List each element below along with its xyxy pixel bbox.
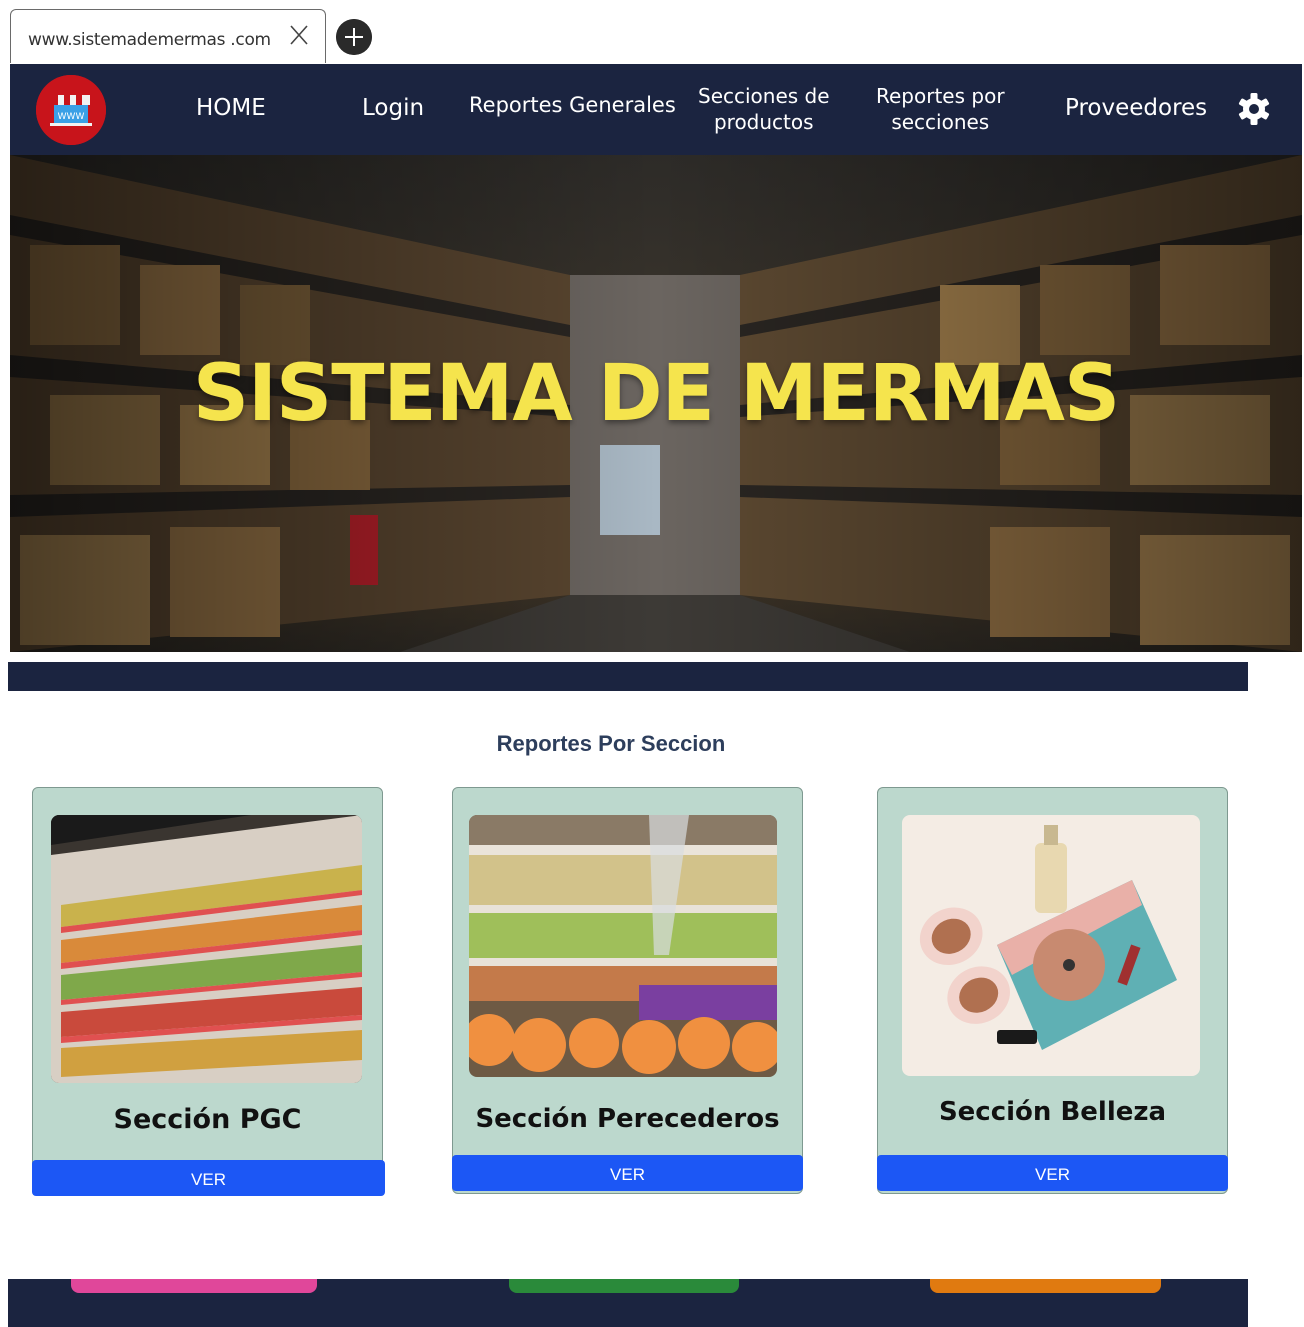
footer bbox=[8, 1279, 1248, 1327]
plus-icon[interactable] bbox=[336, 19, 372, 55]
ver-button[interactable]: VER bbox=[877, 1155, 1228, 1191]
nav-reportes-secciones[interactable]: Reportes por secciones bbox=[876, 83, 1005, 135]
card-title: Sección Belleza bbox=[938, 1097, 1167, 1127]
footer-button-pink[interactable] bbox=[71, 1279, 317, 1293]
nav-label-line1: Secciones de bbox=[698, 84, 830, 108]
card-title: Sección PGC bbox=[113, 1104, 302, 1135]
supermarket-shelves-image bbox=[51, 815, 362, 1083]
beauty-products-image bbox=[902, 815, 1200, 1076]
nav-label-line2: secciones bbox=[891, 110, 990, 134]
logo[interactable]: WWW bbox=[36, 75, 106, 145]
footer-button-green[interactable] bbox=[509, 1279, 739, 1293]
divider-bar bbox=[8, 662, 1248, 691]
nav-label-line1: Reportes por bbox=[876, 84, 1005, 108]
gear-icon[interactable] bbox=[1237, 92, 1271, 126]
storefront-icon: WWW bbox=[36, 75, 106, 145]
nav-label-line2: productos bbox=[713, 110, 814, 134]
nav-proveedores[interactable]: Proveedores bbox=[1065, 95, 1207, 121]
produce-market-image bbox=[469, 815, 777, 1077]
nav-reportes-generales[interactable]: Reportes Generales bbox=[469, 93, 676, 117]
navbar: WWW HOME Login Reportes Generales Seccio… bbox=[10, 64, 1302, 155]
nav-secciones-productos[interactable]: Secciones de productos bbox=[698, 83, 830, 135]
card-perecederos: Sección Perecederos VER bbox=[452, 787, 803, 1194]
url-text: www.sistemademermas .com bbox=[28, 30, 271, 50]
hero-banner: SISTEMA DE MERMAS bbox=[10, 155, 1302, 652]
svg-text:WWW: WWW bbox=[58, 112, 85, 122]
nav-login[interactable]: Login bbox=[362, 95, 424, 121]
section-title: Reportes Por Seccion bbox=[496, 731, 726, 756]
browser-tab[interactable]: www.sistemademermas .com bbox=[10, 9, 326, 63]
hero-title: SISTEMA DE MERMAS bbox=[192, 349, 1120, 439]
ver-button[interactable]: VER bbox=[32, 1160, 385, 1196]
ver-button[interactable]: VER bbox=[452, 1155, 803, 1191]
card-pgc: Sección PGC VER bbox=[32, 787, 385, 1196]
close-icon[interactable] bbox=[288, 24, 310, 46]
footer-button-orange[interactable] bbox=[930, 1279, 1161, 1293]
card-title: Sección Perecederos bbox=[475, 1104, 780, 1134]
card-belleza: Sección Belleza VER bbox=[877, 787, 1228, 1194]
nav-home[interactable]: HOME bbox=[196, 95, 266, 121]
